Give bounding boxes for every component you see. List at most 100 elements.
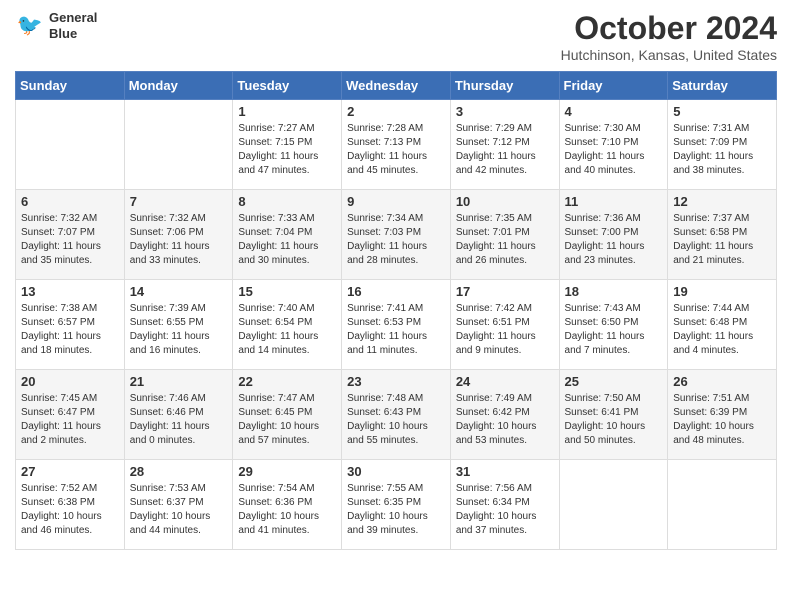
logo-icon: 🐦 xyxy=(15,11,45,41)
weekday-header-row: SundayMondayTuesdayWednesdayThursdayFrid… xyxy=(16,72,777,100)
day-info: Sunrise: 7:27 AM Sunset: 7:15 PM Dayligh… xyxy=(238,122,336,178)
calendar-cell: 5 Sunrise: 7:31 AM Sunset: 7:09 PM Daylig… xyxy=(668,100,777,190)
calendar-cell xyxy=(124,100,233,190)
day-info: Sunrise: 7:37 AM Sunset: 6:58 PM Dayligh… xyxy=(673,212,771,268)
day-info: Sunrise: 7:49 AM Sunset: 6:42 PM Dayligh… xyxy=(456,392,554,448)
day-number: 25 xyxy=(565,374,663,389)
calendar-cell xyxy=(559,460,668,550)
day-number: 29 xyxy=(238,464,336,479)
day-info: Sunrise: 7:55 AM Sunset: 6:35 PM Dayligh… xyxy=(347,482,445,538)
day-number: 11 xyxy=(565,194,663,209)
day-info: Sunrise: 7:50 AM Sunset: 6:41 PM Dayligh… xyxy=(565,392,663,448)
day-number: 31 xyxy=(456,464,554,479)
calendar-cell: 13 Sunrise: 7:38 AM Sunset: 6:57 PM Dayli… xyxy=(16,280,125,370)
month-title: October 2024 xyxy=(561,10,777,47)
day-number: 16 xyxy=(347,284,445,299)
day-number: 4 xyxy=(565,104,663,119)
day-number: 7 xyxy=(130,194,228,209)
calendar-cell: 20 Sunrise: 7:45 AM Sunset: 6:47 PM Dayli… xyxy=(16,370,125,460)
page-header: 🐦 General Blue October 2024 Hutchinson, … xyxy=(15,10,777,63)
day-info: Sunrise: 7:40 AM Sunset: 6:54 PM Dayligh… xyxy=(238,302,336,358)
calendar-cell: 8Sunrise: 7:33 AM Sunset: 7:04 PM Daylig… xyxy=(233,190,342,280)
day-number: 9 xyxy=(347,194,445,209)
calendar-cell: 11 Sunrise: 7:36 AM Sunset: 7:00 PM Dayli… xyxy=(559,190,668,280)
calendar-cell: 7 Sunrise: 7:32 AM Sunset: 7:06 PM Daylig… xyxy=(124,190,233,280)
day-info: Sunrise: 7:42 AM Sunset: 6:51 PM Dayligh… xyxy=(456,302,554,358)
day-number: 30 xyxy=(347,464,445,479)
calendar-cell: 27Sunrise: 7:52 AM Sunset: 6:38 PM Dayli… xyxy=(16,460,125,550)
calendar-cell: 6Sunrise: 7:32 AM Sunset: 7:07 PM Daylig… xyxy=(16,190,125,280)
day-number: 10 xyxy=(456,194,554,209)
day-info: Sunrise: 7:30 AM Sunset: 7:10 PM Dayligh… xyxy=(565,122,663,178)
logo-text: General Blue xyxy=(49,10,97,41)
day-number: 14 xyxy=(130,284,228,299)
calendar-cell: 22 Sunrise: 7:47 AM Sunset: 6:45 PM Dayli… xyxy=(233,370,342,460)
calendar-cell: 21Sunrise: 7:46 AM Sunset: 6:46 PM Dayli… xyxy=(124,370,233,460)
calendar-table: SundayMondayTuesdayWednesdayThursdayFrid… xyxy=(15,71,777,550)
day-number: 19 xyxy=(673,284,771,299)
calendar-cell: 16 Sunrise: 7:41 AM Sunset: 6:53 PM Dayli… xyxy=(342,280,451,370)
day-number: 1 xyxy=(238,104,336,119)
day-info: Sunrise: 7:32 AM Sunset: 7:06 PM Dayligh… xyxy=(130,212,228,268)
day-info: Sunrise: 7:56 AM Sunset: 6:34 PM Dayligh… xyxy=(456,482,554,538)
day-info: Sunrise: 7:51 AM Sunset: 6:39 PM Dayligh… xyxy=(673,392,771,448)
calendar-cell: 19 Sunrise: 7:44 AM Sunset: 6:48 PM Dayli… xyxy=(668,280,777,370)
day-info: Sunrise: 7:28 AM Sunset: 7:13 PM Dayligh… xyxy=(347,122,445,178)
day-info: Sunrise: 7:53 AM Sunset: 6:37 PM Dayligh… xyxy=(130,482,228,538)
weekday-header: Thursday xyxy=(450,72,559,100)
day-info: Sunrise: 7:39 AM Sunset: 6:55 PM Dayligh… xyxy=(130,302,228,358)
calendar-week-row: 13 Sunrise: 7:38 AM Sunset: 6:57 PM Dayli… xyxy=(16,280,777,370)
weekday-header: Saturday xyxy=(668,72,777,100)
day-number: 17 xyxy=(456,284,554,299)
weekday-header: Sunday xyxy=(16,72,125,100)
day-number: 2 xyxy=(347,104,445,119)
day-number: 15 xyxy=(238,284,336,299)
calendar-cell: 28 Sunrise: 7:53 AM Sunset: 6:37 PM Dayli… xyxy=(124,460,233,550)
calendar-cell xyxy=(668,460,777,550)
day-info: Sunrise: 7:38 AM Sunset: 6:57 PM Dayligh… xyxy=(21,302,119,358)
day-info: Sunrise: 7:41 AM Sunset: 6:53 PM Dayligh… xyxy=(347,302,445,358)
day-number: 13 xyxy=(21,284,119,299)
calendar-cell xyxy=(16,100,125,190)
calendar-cell: 4 Sunrise: 7:30 AM Sunset: 7:10 PM Daylig… xyxy=(559,100,668,190)
day-number: 8 xyxy=(238,194,336,209)
calendar-cell: 24Sunrise: 7:49 AM Sunset: 6:42 PM Dayli… xyxy=(450,370,559,460)
day-info: Sunrise: 7:29 AM Sunset: 7:12 PM Dayligh… xyxy=(456,122,554,178)
day-info: Sunrise: 7:44 AM Sunset: 6:48 PM Dayligh… xyxy=(673,302,771,358)
day-info: Sunrise: 7:47 AM Sunset: 6:45 PM Dayligh… xyxy=(238,392,336,448)
day-number: 23 xyxy=(347,374,445,389)
day-number: 20 xyxy=(21,374,119,389)
calendar-week-row: 20 Sunrise: 7:45 AM Sunset: 6:47 PM Dayli… xyxy=(16,370,777,460)
day-number: 28 xyxy=(130,464,228,479)
calendar-week-row: 1 Sunrise: 7:27 AM Sunset: 7:15 PM Daylig… xyxy=(16,100,777,190)
day-info: Sunrise: 7:43 AM Sunset: 6:50 PM Dayligh… xyxy=(565,302,663,358)
weekday-header: Tuesday xyxy=(233,72,342,100)
calendar-cell: 31 Sunrise: 7:56 AM Sunset: 6:34 PM Dayli… xyxy=(450,460,559,550)
calendar-cell: 10 Sunrise: 7:35 AM Sunset: 7:01 PM Dayli… xyxy=(450,190,559,280)
calendar-cell: 25 Sunrise: 7:50 AM Sunset: 6:41 PM Dayli… xyxy=(559,370,668,460)
day-number: 21 xyxy=(130,374,228,389)
calendar-week-row: 27Sunrise: 7:52 AM Sunset: 6:38 PM Dayli… xyxy=(16,460,777,550)
day-info: Sunrise: 7:36 AM Sunset: 7:00 PM Dayligh… xyxy=(565,212,663,268)
calendar-cell: 18 Sunrise: 7:43 AM Sunset: 6:50 PM Dayli… xyxy=(559,280,668,370)
day-number: 18 xyxy=(565,284,663,299)
title-block: October 2024 Hutchinson, Kansas, United … xyxy=(561,10,777,63)
day-number: 22 xyxy=(238,374,336,389)
calendar-cell: 30 Sunrise: 7:55 AM Sunset: 6:35 PM Dayli… xyxy=(342,460,451,550)
weekday-header: Friday xyxy=(559,72,668,100)
day-number: 12 xyxy=(673,194,771,209)
day-info: Sunrise: 7:54 AM Sunset: 6:36 PM Dayligh… xyxy=(238,482,336,538)
day-number: 5 xyxy=(673,104,771,119)
calendar-cell: 9Sunrise: 7:34 AM Sunset: 7:03 PM Daylig… xyxy=(342,190,451,280)
calendar-cell: 2 Sunrise: 7:28 AM Sunset: 7:13 PM Daylig… xyxy=(342,100,451,190)
location: Hutchinson, Kansas, United States xyxy=(561,47,777,63)
calendar-cell: 14 Sunrise: 7:39 AM Sunset: 6:55 PM Dayli… xyxy=(124,280,233,370)
calendar-cell: 15 Sunrise: 7:40 AM Sunset: 6:54 PM Dayli… xyxy=(233,280,342,370)
logo: 🐦 General Blue xyxy=(15,10,97,41)
weekday-header: Monday xyxy=(124,72,233,100)
day-info: Sunrise: 7:35 AM Sunset: 7:01 PM Dayligh… xyxy=(456,212,554,268)
day-info: Sunrise: 7:45 AM Sunset: 6:47 PM Dayligh… xyxy=(21,392,119,448)
day-info: Sunrise: 7:32 AM Sunset: 7:07 PM Dayligh… xyxy=(21,212,119,268)
day-info: Sunrise: 7:48 AM Sunset: 6:43 PM Dayligh… xyxy=(347,392,445,448)
day-info: Sunrise: 7:31 AM Sunset: 7:09 PM Dayligh… xyxy=(673,122,771,178)
